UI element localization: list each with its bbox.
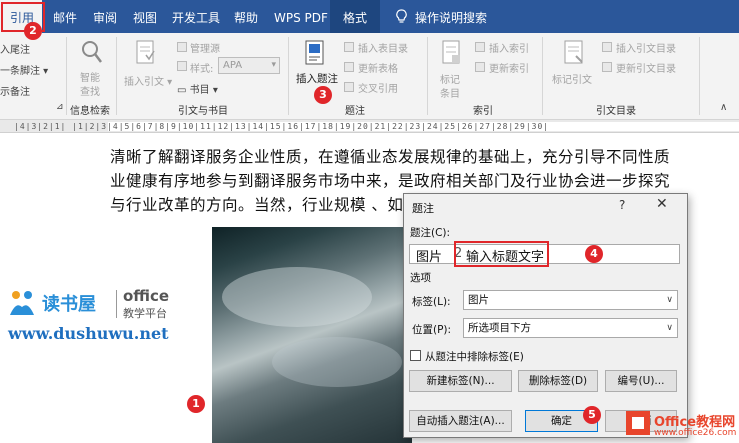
bibliography-button[interactable]: ▭ 书目 ▾	[177, 81, 218, 96]
watermark-office: office	[123, 287, 170, 305]
update-index-button[interactable]: 更新索引	[489, 60, 529, 75]
watermark-subtitle: 教学平台	[123, 307, 167, 320]
exclude-label-checkbox[interactable]	[410, 350, 421, 361]
insert-citation-icon	[136, 40, 155, 64]
tell-me-search[interactable]: 操作说明搜索	[415, 0, 487, 33]
info-retrieval-group-label: 信息检索	[70, 106, 110, 117]
insert-index-icon	[475, 42, 485, 52]
insert-caption-icon	[305, 40, 324, 65]
insert-toa-icon	[602, 42, 612, 52]
position-select[interactable]: 所选项目下方 ∨	[463, 318, 678, 338]
captions-group-label: 题注	[345, 106, 365, 117]
insert-index-button[interactable]: 插入索引	[489, 40, 529, 55]
cloud-shape	[222, 267, 372, 327]
tab-wps-pdf[interactable]: WPS PDF	[274, 0, 328, 33]
tab-developer[interactable]: 开发工具	[172, 0, 220, 33]
update-table-icon	[344, 62, 354, 72]
label-field-label: 标签(L):	[412, 296, 451, 308]
position-field-label: 位置(P):	[412, 324, 452, 336]
watermark-divider	[116, 290, 117, 318]
index-group-label: 索引	[473, 106, 493, 117]
step-marker-3: 3	[314, 86, 332, 104]
update-index-icon	[475, 62, 485, 72]
dialog-title: 题注	[412, 202, 434, 215]
manage-sources-button[interactable]: 管理源	[190, 40, 220, 55]
tab-view[interactable]: 视图	[133, 0, 157, 33]
insert-toa-button[interactable]: 插入引文目录	[616, 40, 676, 55]
step-marker-1: 1	[187, 395, 205, 413]
label-select[interactable]: 图片 ∨	[463, 290, 678, 310]
document-line-3: 与行业改革的方向。当然，行业规模 、如何使	[110, 196, 436, 214]
group-separator	[288, 37, 289, 115]
mark-citation-button[interactable]: 标记引文	[552, 71, 592, 86]
watermark-url: www.dushuwu.net	[8, 324, 169, 343]
update-table-button[interactable]: 更新表格	[358, 60, 398, 75]
citations-group-label: 引文与书目	[178, 106, 228, 117]
step-marker-4: 4	[585, 245, 603, 263]
cloud-shape	[272, 337, 402, 387]
office26-logo-icon	[626, 411, 650, 435]
document-line-2: 业健康有序地参与到翻译服务市场中来，是政府相关部门及行业协会进一步探究	[110, 172, 671, 190]
tab-review[interactable]: 审阅	[93, 0, 117, 33]
step-marker-2: 2	[24, 22, 42, 40]
lightbulb-icon	[396, 9, 407, 23]
exclude-label-text: 从题注中排除标签(E)	[425, 351, 524, 363]
group-separator	[427, 37, 428, 115]
options-section-label: 选项	[410, 272, 431, 284]
step-marker-5: 5	[583, 406, 601, 424]
caption-prefix: 图片	[416, 250, 443, 265]
style-label: 样式:	[190, 64, 214, 75]
ruler-numbers: |4|3|2|1| |1|2|3|4|5|6|7|8|9|10|11|12|13…	[14, 122, 550, 131]
group-separator	[116, 37, 117, 115]
group-separator	[699, 37, 700, 115]
smart-lookup-button[interactable]: 智能	[80, 69, 100, 84]
insert-caption-button[interactable]: 插入题注	[296, 71, 338, 86]
highlight-caption-text	[454, 241, 549, 267]
horizontal-ruler[interactable]: |4|3|2|1| |1|2|3|4|5|6|7|8|9|10|11|12|13…	[0, 120, 739, 133]
help-icon[interactable]: ?	[619, 198, 625, 212]
smart-lookup-icon	[82, 41, 102, 63]
collapse-ribbon-icon[interactable]: ∧	[720, 102, 727, 113]
document-line-1: 清晰了解翻译服务企业性质，在遵循业态发展规律的基础上，充分引导不同性质	[110, 148, 671, 166]
caption-field-label: 题注(C):	[410, 227, 451, 239]
group-separator	[542, 37, 543, 115]
update-toa-icon	[602, 62, 612, 72]
insert-table-of-figures-button[interactable]: 插入表目录	[358, 40, 408, 55]
insert-endnote-button[interactable]: 入尾注	[0, 41, 30, 56]
style-select[interactable]: APA ▾	[218, 57, 280, 74]
show-notes-button[interactable]: 示备注	[0, 83, 30, 98]
footnote-launcher-icon[interactable]: ⊿	[56, 102, 64, 112]
mark-entry-label-2: 条目	[440, 89, 460, 100]
manage-sources-icon	[177, 42, 187, 52]
delete-label-button[interactable]: 删除标签(D)	[518, 370, 598, 392]
mark-entry-icon	[442, 40, 460, 64]
new-label-button[interactable]: 新建标签(N)...	[409, 370, 512, 392]
ribbon-tab-bar: 引用 邮件 审阅 视图 开发工具 帮助 WPS PDF 格式 操作说明搜索	[0, 0, 739, 33]
dushuwu-logo-icon	[10, 291, 34, 315]
table-of-figures-icon	[344, 42, 354, 52]
watermark-brand: 读书屋	[42, 294, 96, 315]
insert-citation-button[interactable]: 插入引文 ▾	[124, 73, 172, 88]
cross-reference-button[interactable]: 交叉引用	[358, 80, 398, 95]
update-toa-button[interactable]: 更新引文目录	[616, 60, 676, 75]
autocaption-button[interactable]: 自动插入题注(A)...	[409, 410, 512, 432]
cross-reference-icon	[344, 82, 354, 92]
selected-picture[interactable]	[212, 227, 412, 443]
close-icon[interactable]: ✕	[656, 196, 668, 212]
office26-url: www.office26.com	[654, 428, 737, 438]
mark-citation-icon	[564, 40, 583, 64]
tab-mailings[interactable]: 邮件	[53, 0, 77, 33]
style-icon	[177, 61, 187, 71]
tab-help[interactable]: 帮助	[234, 0, 258, 33]
ribbon-panel: 入尾注 一条脚注 ▾ 示备注 ⊿ 智能 查找 信息检索 插入引文 ▾ 管理源 样…	[0, 33, 739, 120]
next-footnote-button[interactable]: 一条脚注 ▾	[0, 62, 48, 77]
numbering-button[interactable]: 编号(U)...	[605, 370, 677, 392]
smart-lookup-label-2: 查找	[80, 87, 100, 98]
tab-format[interactable]: 格式	[330, 0, 380, 33]
toa-group-label: 引文目录	[596, 106, 636, 117]
caption-dialog: 题注 ? ✕ 题注(C): 图片 2 输入标题文字 选项 标签(L): 图片 ∨ …	[403, 193, 688, 438]
group-separator	[66, 37, 67, 115]
mark-entry-button[interactable]: 标记	[440, 71, 460, 86]
